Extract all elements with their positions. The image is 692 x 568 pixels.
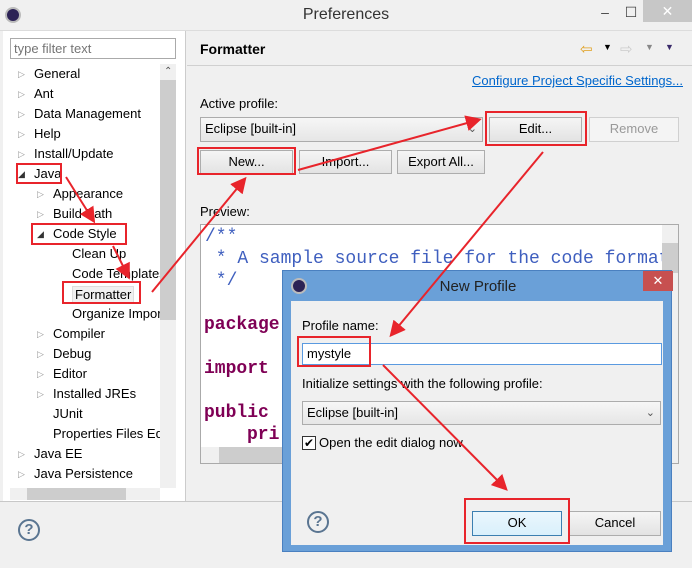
arrow xyxy=(65,176,96,224)
arrow xyxy=(389,151,544,338)
annotation-arrows xyxy=(65,115,544,491)
scroll-up-icon[interactable]: ⌃ xyxy=(164,66,172,77)
arrow xyxy=(112,245,130,280)
arrow xyxy=(151,176,247,293)
arrow xyxy=(297,115,482,171)
arrow xyxy=(382,364,508,491)
